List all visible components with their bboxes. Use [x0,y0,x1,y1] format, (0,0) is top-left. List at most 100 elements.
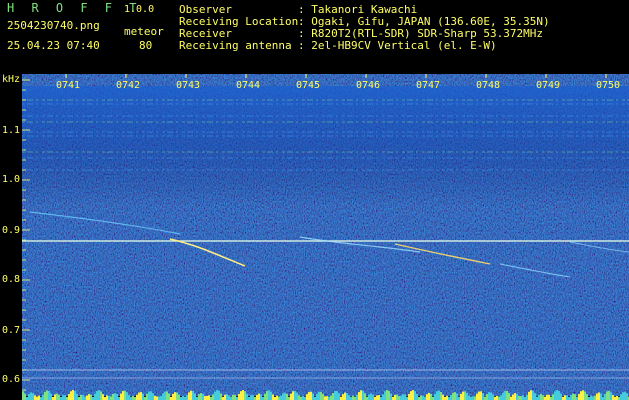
strength-segment [436,391,438,400]
strength-segment [422,395,424,400]
strength-segment [48,390,50,400]
strength-segment [350,396,352,400]
strength-segment [168,393,170,400]
time-tick-label: 0748 [476,80,501,91]
strength-segment [528,391,530,400]
strength-segment [348,395,350,400]
strength-segment [486,394,488,400]
strength-segment [28,393,30,400]
freq-tick-label: 0.8 [2,274,21,285]
strength-segment [452,392,454,400]
strength-segment [602,396,604,400]
strength-segment [352,395,354,400]
time-tick-label: 0749 [536,80,561,91]
strength-segment [414,391,416,400]
strength-segment [384,391,386,400]
strength-segment [38,395,40,400]
time-tick-label: 0744 [236,80,261,91]
strength-segment [130,396,132,400]
strength-segment [112,394,114,400]
strength-segment [454,392,456,400]
strength-segment [510,396,512,400]
file-name: 2504230740.png [7,19,100,32]
strength-segment [42,394,44,400]
strength-segment [230,396,232,400]
strength-segment [612,395,614,400]
strength-segment [428,393,430,400]
strength-segment [182,395,184,400]
strength-segment [604,393,606,400]
strength-segment [396,394,398,400]
strength-segment [266,391,268,400]
strength-segment [36,396,38,400]
strength-segment [212,394,214,400]
strength-segment [564,395,566,400]
strength-segment [536,396,538,400]
strength-segment [610,392,612,400]
strength-segment [570,394,572,400]
strength-segment [214,391,216,400]
strength-segment [278,396,280,400]
strength-segment [124,390,126,400]
strength-segment [304,396,306,400]
strength-segment [114,393,116,400]
strength-segment [462,391,464,400]
strength-segment [108,395,110,400]
strength-segment [136,394,138,400]
strength-segment [362,390,364,400]
info-value-antenna: : 2el-HB9CV Vertical (el. E-W) [298,39,497,52]
strength-segment [54,394,56,400]
strength-segment [202,393,204,400]
strength-segment [456,393,458,400]
strength-segment [226,394,228,400]
strength-segment [346,393,348,400]
strength-segment [624,391,626,400]
strength-segment [614,396,616,400]
strength-segment [284,392,286,400]
strength-segment [320,391,322,400]
strength-segment [496,395,498,400]
strength-segment [574,394,576,400]
time-tick-label: 0741 [56,80,81,91]
strength-segment [334,391,336,400]
strength-segment [530,390,532,400]
strength-segment [460,393,462,400]
strength-segment [102,394,104,400]
strength-segment [344,392,346,400]
strength-segment [474,396,476,400]
strength-segment [572,393,574,400]
strength-segment [472,396,474,400]
strength-segment [132,395,134,400]
strength-segment [224,394,226,400]
strength-segment [556,390,558,400]
strength-segment [328,396,330,400]
strength-segment [24,393,26,400]
strength-segment [74,391,76,400]
strength-segment [238,394,240,400]
strength-segment [268,390,270,400]
strength-segment [260,394,262,400]
strength-segment [80,394,82,400]
strength-segment [172,393,174,400]
strength-segment [316,393,318,400]
strength-segment [290,393,292,400]
strength-segment [76,393,78,400]
strength-segment [522,395,524,400]
strength-segment [94,393,96,400]
strength-segment [576,396,578,400]
strength-segment [174,392,176,400]
strength-segment [286,393,288,400]
strength-segment [154,395,156,400]
strength-segment [404,394,406,400]
strength-segment [498,396,500,400]
strength-segment [208,395,210,400]
strength-segment [616,395,618,400]
strength-segment [516,393,518,400]
strength-segment [434,393,436,400]
strength-segment [204,396,206,400]
strength-segment [126,392,128,400]
strength-segment [86,395,88,400]
app-version: 1.0.0 [124,4,155,15]
strength-segment [508,393,510,400]
strength-segment [146,393,148,400]
